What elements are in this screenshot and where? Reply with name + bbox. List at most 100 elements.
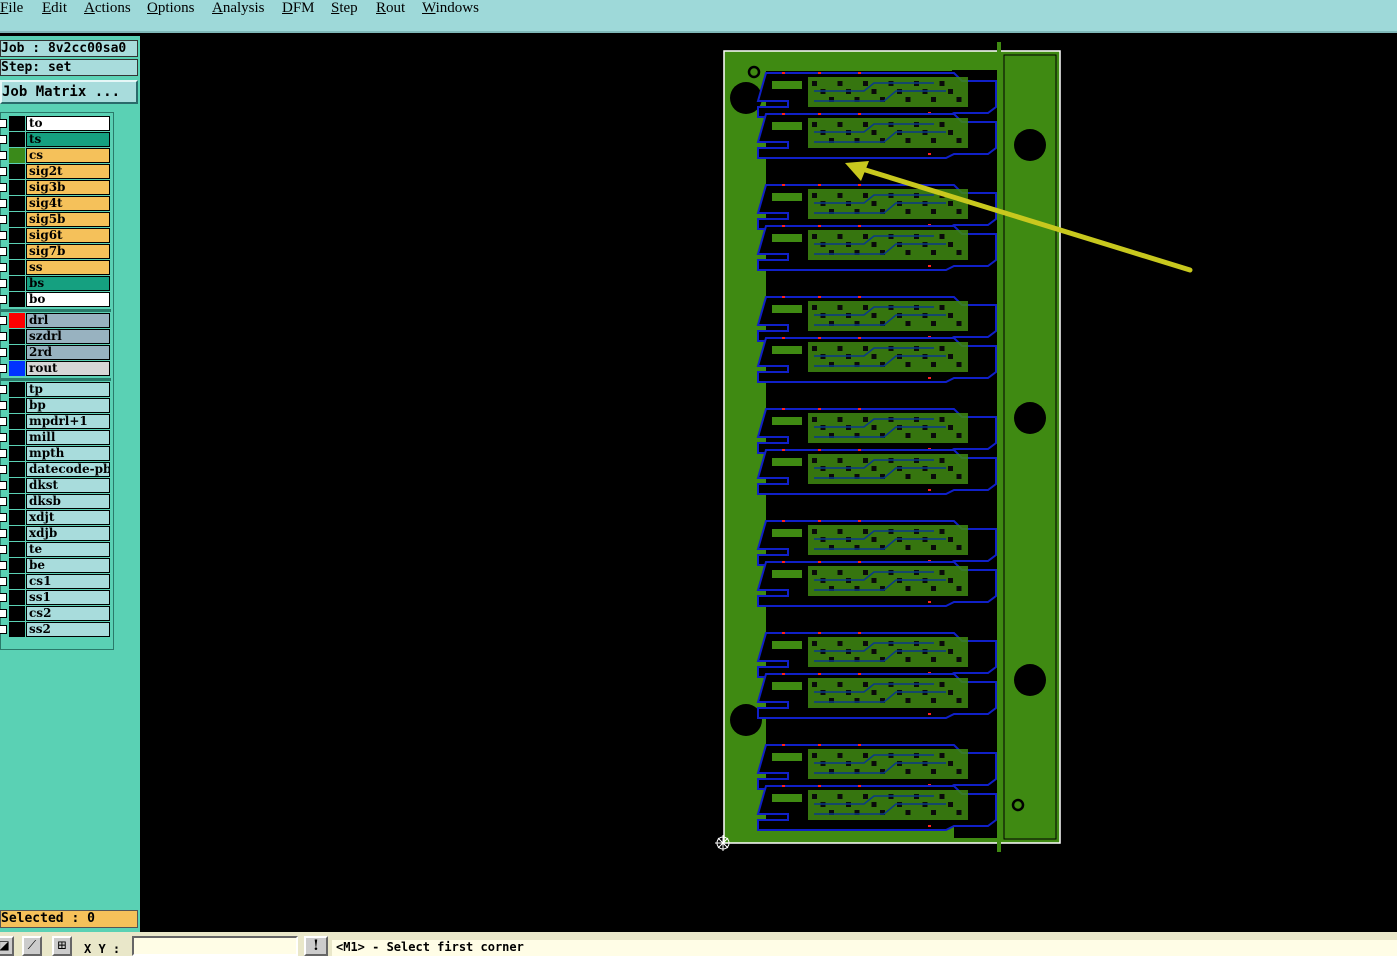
- layer-name[interactable]: xdjt: [26, 510, 110, 525]
- layer-checkbox[interactable]: [0, 119, 7, 128]
- layer-row-ss1[interactable]: ss1: [0, 590, 111, 605]
- layer-checkbox[interactable]: [0, 135, 7, 144]
- snap-icon[interactable]: ◪: [0, 936, 14, 956]
- layer-color-swatch[interactable]: [9, 510, 25, 525]
- layer-color-swatch[interactable]: [9, 260, 25, 275]
- layer-name[interactable]: ss1: [26, 590, 110, 605]
- layer-name[interactable]: mpth: [26, 446, 110, 461]
- layer-name[interactable]: ts: [26, 132, 110, 147]
- grid-icon[interactable]: ⊞: [52, 936, 72, 956]
- layer-name[interactable]: be: [26, 558, 110, 573]
- layer-checkbox[interactable]: [0, 481, 7, 490]
- layer-color-swatch[interactable]: [9, 180, 25, 195]
- layer-color-swatch[interactable]: [9, 164, 25, 179]
- layer-row-dksb[interactable]: dksb: [0, 494, 111, 509]
- menu-options[interactable]: Options: [147, 0, 195, 16]
- layer-checkbox[interactable]: [0, 385, 7, 394]
- layer-checkbox[interactable]: [0, 295, 7, 304]
- layer-name[interactable]: cs2: [26, 606, 110, 621]
- layer-row-ss[interactable]: ss: [0, 260, 111, 275]
- layer-name[interactable]: sig2t: [26, 164, 110, 179]
- layer-name[interactable]: bp: [26, 398, 110, 413]
- layer-color-swatch[interactable]: [9, 558, 25, 573]
- layer-color-swatch[interactable]: [9, 606, 25, 621]
- layer-row-xdjb[interactable]: xdjb: [0, 526, 111, 541]
- layer-row-tp[interactable]: tp: [0, 382, 111, 397]
- layer-color-swatch[interactable]: [9, 478, 25, 493]
- layer-name[interactable]: bs: [26, 276, 110, 291]
- layer-name[interactable]: sig6t: [26, 228, 110, 243]
- layer-name[interactable]: mill: [26, 430, 110, 445]
- menu-file[interactable]: File: [0, 0, 23, 16]
- layer-color-swatch[interactable]: [9, 244, 25, 259]
- layer-name[interactable]: datecode-pbe: [26, 462, 110, 477]
- layer-checkbox[interactable]: [0, 247, 7, 256]
- layer-color-swatch[interactable]: [9, 292, 25, 307]
- layer-name[interactable]: cs: [26, 148, 110, 163]
- layer-color-swatch[interactable]: [9, 542, 25, 557]
- layer-name[interactable]: sig7b: [26, 244, 110, 259]
- layer-checkbox[interactable]: [0, 513, 7, 522]
- layer-checkbox[interactable]: [0, 577, 7, 586]
- layer-row-sig3b[interactable]: sig3b: [0, 180, 111, 195]
- layer-row-cs2[interactable]: cs2: [0, 606, 111, 621]
- layer-checkbox[interactable]: [0, 417, 7, 426]
- layer-row-bp[interactable]: bp: [0, 398, 111, 413]
- layer-color-swatch[interactable]: [9, 398, 25, 413]
- layer-name[interactable]: cs1: [26, 574, 110, 589]
- layer-row-bs[interactable]: bs: [0, 276, 111, 291]
- menu-dfm[interactable]: DFM: [282, 0, 315, 16]
- layer-name[interactable]: to: [26, 116, 110, 131]
- layer-row-mill[interactable]: mill: [0, 430, 111, 445]
- layer-checkbox[interactable]: [0, 151, 7, 160]
- layer-row-cs1[interactable]: cs1: [0, 574, 111, 589]
- layer-color-swatch[interactable]: [9, 494, 25, 509]
- layer-row-mpdrl+1[interactable]: mpdrl+1: [0, 414, 111, 429]
- menu-edit[interactable]: Edit: [42, 0, 67, 16]
- layer-row-sig4t[interactable]: sig4t: [0, 196, 111, 211]
- layer-color-swatch[interactable]: [9, 148, 25, 163]
- layer-name[interactable]: xdjb: [26, 526, 110, 541]
- job-matrix-button[interactable]: Job Matrix ...: [0, 80, 138, 104]
- layer-color-swatch[interactable]: [9, 462, 25, 477]
- layer-row-sig7b[interactable]: sig7b: [0, 244, 111, 259]
- layer-row-sig2t[interactable]: sig2t: [0, 164, 111, 179]
- layer-name[interactable]: 2rd: [26, 345, 110, 360]
- layer-row-mpth[interactable]: mpth: [0, 446, 111, 461]
- layer-name[interactable]: dkst: [26, 478, 110, 493]
- layer-row-te[interactable]: te: [0, 542, 111, 557]
- layer-color-swatch[interactable]: [9, 414, 25, 429]
- layer-checkbox[interactable]: [0, 625, 7, 634]
- layer-checkbox[interactable]: [0, 263, 7, 272]
- menu-rout[interactable]: Rout: [376, 0, 405, 16]
- menu-windows[interactable]: Windows: [422, 0, 479, 16]
- menu-analysis[interactable]: Analysis: [212, 0, 265, 16]
- layer-name[interactable]: dksb: [26, 494, 110, 509]
- layer-color-swatch[interactable]: [9, 196, 25, 211]
- layer-checkbox[interactable]: [0, 332, 7, 341]
- layer-color-swatch[interactable]: [9, 313, 25, 328]
- layer-row-sig5b[interactable]: sig5b: [0, 212, 111, 227]
- layer-color-swatch[interactable]: [9, 329, 25, 344]
- layer-row-xdjt[interactable]: xdjt: [0, 510, 111, 525]
- layer-row-be[interactable]: be: [0, 558, 111, 573]
- layer-checkbox[interactable]: [0, 561, 7, 570]
- layer-color-swatch[interactable]: [9, 345, 25, 360]
- layer-checkbox[interactable]: [0, 215, 7, 224]
- layer-checkbox[interactable]: [0, 279, 7, 288]
- layer-row-ss2[interactable]: ss2: [0, 622, 111, 637]
- layer-checkbox[interactable]: [0, 529, 7, 538]
- xy-input[interactable]: [132, 936, 298, 956]
- layer-row-sig6t[interactable]: sig6t: [0, 228, 111, 243]
- layer-color-swatch[interactable]: [9, 590, 25, 605]
- layer-checkbox[interactable]: [0, 231, 7, 240]
- layer-color-swatch[interactable]: [9, 228, 25, 243]
- graphic-canvas[interactable]: [140, 36, 1397, 932]
- layer-color-swatch[interactable]: [9, 574, 25, 589]
- layer-row-drl[interactable]: drl: [0, 313, 111, 328]
- layer-name[interactable]: szdrl: [26, 329, 110, 344]
- layer-row-2rd[interactable]: 2rd: [0, 345, 111, 360]
- layer-checkbox[interactable]: [0, 364, 7, 373]
- layer-row-cs[interactable]: cs: [0, 148, 111, 163]
- layer-checkbox[interactable]: [0, 593, 7, 602]
